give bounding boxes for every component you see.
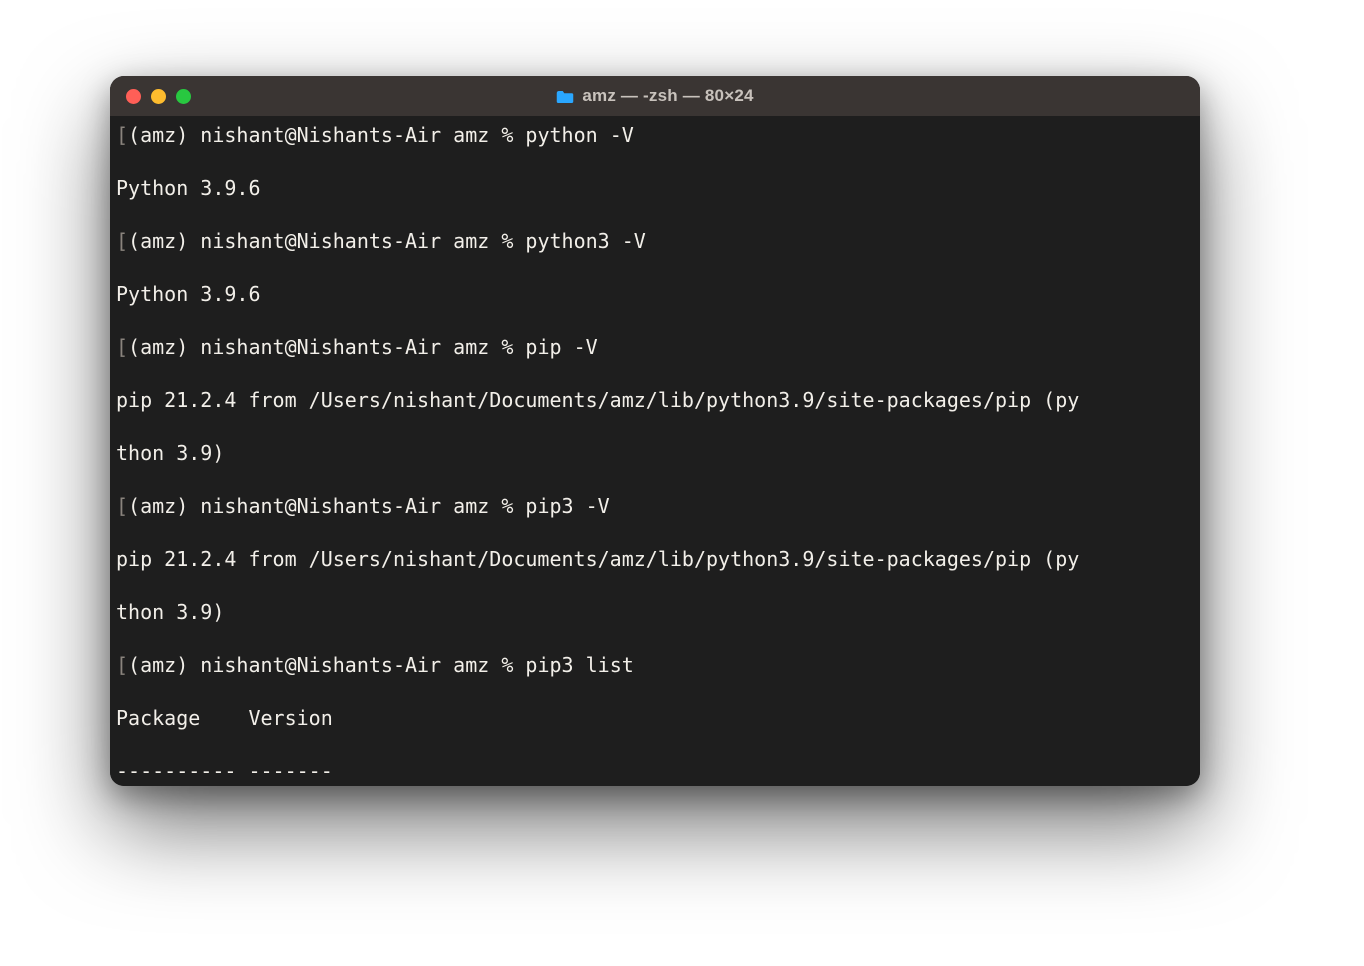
- prompt: (amz) nishant@Nishants-Air amz %: [128, 653, 525, 677]
- minimize-button[interactable]: [151, 89, 166, 104]
- prompt-bracket-open: [: [116, 229, 128, 253]
- prompt-bracket-open: [: [116, 123, 128, 147]
- traffic-lights: [126, 89, 191, 104]
- prompt: (amz) nishant@Nishants-Air amz %: [128, 494, 525, 518]
- titlebar: amz — -zsh — 80×24: [110, 76, 1200, 116]
- output-line: pip 21.2.4 from /Users/nishant/Documents…: [116, 546, 1194, 573]
- zoom-button[interactable]: [176, 89, 191, 104]
- prompt: (amz) nishant@Nishants-Air amz %: [128, 229, 525, 253]
- terminal-output[interactable]: [(amz) nishant@Nishants-Air amz % python…: [110, 116, 1200, 786]
- prompt: (amz) nishant@Nishants-Air amz %: [128, 123, 525, 147]
- folder-icon: [556, 89, 574, 103]
- window-title: amz — -zsh — 80×24: [110, 86, 1200, 106]
- close-button[interactable]: [126, 89, 141, 104]
- command-text: pip3 list: [525, 653, 633, 677]
- command-text: pip3 -V: [525, 494, 609, 518]
- table-rule: ---------- -------: [116, 758, 1194, 785]
- output-line: pip 21.2.4 from /Users/nishant/Documents…: [116, 387, 1194, 414]
- terminal-window: amz — -zsh — 80×24 [(amz) nishant@Nishan…: [110, 76, 1200, 786]
- command-text: pip -V: [525, 335, 597, 359]
- output-line: thon 3.9): [116, 440, 1194, 467]
- output-line: Python 3.9.6: [116, 175, 1194, 202]
- window-title-text: amz — -zsh — 80×24: [582, 86, 753, 106]
- output-line: thon 3.9): [116, 599, 1194, 626]
- output-line: Python 3.9.6: [116, 281, 1194, 308]
- prompt-bracket-open: [: [116, 335, 128, 359]
- prompt-bracket-open: [: [116, 494, 128, 518]
- prompt-bracket-open: [: [116, 653, 128, 677]
- table-header: Package Version: [116, 705, 1194, 732]
- command-text: python -V: [525, 123, 633, 147]
- prompt: (amz) nishant@Nishants-Air amz %: [128, 335, 525, 359]
- command-text: python3 -V: [525, 229, 645, 253]
